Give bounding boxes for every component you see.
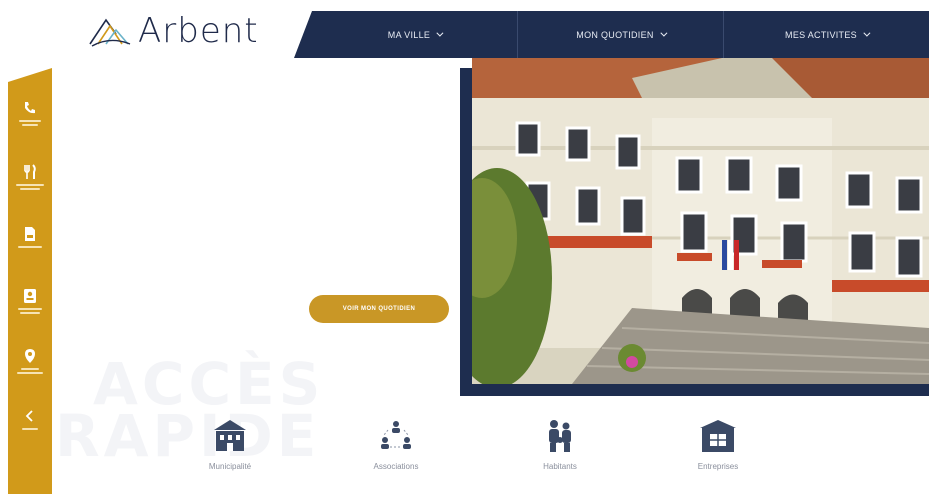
town-hall-icon bbox=[214, 420, 246, 451]
site-header: Arbent MA VILLE MON QUOTIDIEN MES ACTIVI… bbox=[0, 0, 929, 58]
nav-item-ma-ville[interactable]: MA VILLE bbox=[294, 11, 517, 58]
brand-name: Arbent bbox=[138, 11, 259, 51]
sidebar-item-badge[interactable] bbox=[8, 288, 52, 314]
tile-label: Habitants bbox=[543, 462, 577, 471]
chevron-down-icon bbox=[660, 29, 668, 37]
town-hall-illustration bbox=[472, 58, 929, 384]
sidebar-item-caption bbox=[15, 368, 45, 374]
sidebar-item-caption bbox=[15, 120, 45, 126]
family-icon bbox=[549, 420, 571, 452]
nav-item-label: MES ACTIVITES bbox=[785, 29, 857, 40]
chevron-left-icon bbox=[25, 410, 33, 422]
sidebar-collapse-button[interactable] bbox=[8, 408, 52, 434]
restaurant-icon bbox=[24, 164, 36, 179]
main-nav: MA VILLE MON QUOTIDIEN MES ACTIVITES bbox=[294, 11, 929, 58]
sidebar-item-restaurant[interactable] bbox=[8, 164, 52, 190]
tile-label: Municipalité bbox=[208, 462, 252, 471]
building-icon bbox=[700, 420, 736, 452]
sidebar-item-caption bbox=[15, 308, 45, 314]
quick-links-sidebar bbox=[8, 68, 52, 494]
sidebar-item-caption bbox=[15, 184, 45, 190]
sidebar-item-location[interactable] bbox=[8, 348, 52, 374]
badge-icon bbox=[24, 289, 36, 303]
quick-access-associations[interactable]: Associations bbox=[336, 418, 456, 471]
tile-label: Associations bbox=[373, 462, 419, 471]
sidebar-item-phone[interactable] bbox=[8, 100, 52, 126]
quick-access-habitants[interactable]: Habitants bbox=[500, 418, 620, 471]
voir-mon-quotidien-button[interactable]: VOIR MON QUOTIDIEN bbox=[309, 295, 449, 323]
nav-item-mon-quotidien[interactable]: MON QUOTIDIEN bbox=[517, 11, 723, 58]
nav-item-mes-activites[interactable]: MES ACTIVITES bbox=[723, 11, 929, 58]
location-pin-icon bbox=[25, 349, 35, 363]
phone-icon bbox=[25, 102, 35, 114]
chevron-down-icon bbox=[436, 29, 444, 37]
nav-item-label: MA VILLE bbox=[387, 29, 431, 40]
quick-access-entreprises[interactable]: Entreprises bbox=[658, 418, 778, 471]
sidebar-item-caption bbox=[15, 246, 45, 252]
sidebar-item-caption bbox=[15, 428, 45, 434]
network-icon bbox=[381, 421, 411, 449]
mountain-logo-icon bbox=[89, 18, 131, 47]
brand-logo[interactable]: Arbent bbox=[88, 14, 259, 48]
quick-access-municipalite[interactable]: Municipalité bbox=[170, 418, 290, 471]
sidebar-item-document[interactable] bbox=[8, 226, 52, 252]
town-hall-photo bbox=[472, 58, 929, 384]
nav-item-label: MON QUOTIDIEN bbox=[576, 29, 654, 40]
document-icon bbox=[25, 227, 35, 241]
tile-label: Entreprises bbox=[697, 462, 739, 471]
chevron-down-icon bbox=[863, 29, 871, 37]
